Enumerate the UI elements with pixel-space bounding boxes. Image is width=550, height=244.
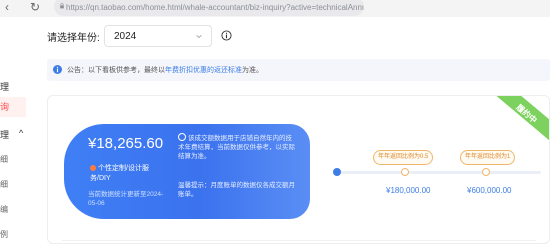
question-icon	[178, 133, 186, 141]
tip-text: 温馨提示：月度账单的数据仅各成交额月账单。	[178, 182, 295, 198]
sidebar-subitem[interactable]: 细	[0, 179, 8, 190]
category-dot-icon	[90, 165, 96, 171]
tier-node	[482, 168, 490, 176]
back-icon[interactable]: ‹	[5, 0, 9, 17]
sidebar: 理 询 理 ^ 细 细 编 例	[0, 17, 38, 244]
amount-panel: ¥18,265.60 个性定制/设计服务/DIY 当前数据统计更新至2024-0…	[64, 124, 310, 219]
collapse-icon[interactable]: ^	[19, 128, 23, 138]
category-tag: 个性定制/设计服务/DIY	[90, 165, 149, 182]
divider	[62, 240, 536, 241]
url-text: https://qn.taobao.com/home.html/whale-ac…	[66, 3, 364, 12]
browser-chrome: ‹ ↻ https://qn.taobao.com/home.html/whal…	[0, 0, 550, 17]
progress-start-dot	[333, 168, 341, 176]
notice-bar: 公告：以下看板供参考，最终以年费折扣优惠的返还标准为准。	[47, 59, 550, 81]
lock-icon	[60, 3, 64, 9]
chevron-down-icon	[196, 34, 202, 39]
annual-fee-card: 履约中 ¥18,265.60 个性定制/设计服务/DIY 当前数据统计更新至20…	[47, 95, 550, 244]
progress-track	[336, 171, 541, 174]
tier-label: 年年返回比例为0.5	[373, 150, 434, 165]
sales-amount: ¥18,265.60	[88, 135, 164, 152]
sidebar-item[interactable]: 理	[0, 128, 9, 141]
sidebar-subitem[interactable]: 例	[0, 229, 8, 240]
address-bar[interactable]: https://qn.taobao.com/home.html/whale-ac…	[54, 0, 364, 16]
reload-icon[interactable]: ↻	[30, 0, 40, 17]
sidebar-item[interactable]: 理	[0, 80, 9, 93]
explain-text: 该成交额数据用于店铺自然年内的技术年费结算，当前数据仅供参考，以实际结算为准。	[178, 133, 295, 160]
notice-text: 公告：以下看板供参考，最终以年费折扣优惠的返还标准为准。	[67, 67, 263, 74]
info-circle-icon	[53, 65, 62, 74]
tier-value: ¥600,000.00	[467, 186, 512, 195]
sidebar-item-active[interactable]: 询	[0, 97, 26, 117]
tier-value: ¥180,000.00	[386, 186, 431, 195]
year-label: 请选择年份:	[47, 33, 100, 44]
sidebar-subitem[interactable]: 编	[0, 204, 8, 215]
sidebar-subitem[interactable]: 细	[0, 154, 8, 165]
status-ribbon: 履约中	[488, 96, 549, 148]
year-select[interactable]: 2024	[104, 25, 212, 47]
tier-label: 年年返回比例为1	[460, 150, 516, 165]
tier-node	[401, 168, 409, 176]
update-note: 当前数据统计更新至2024-05-06	[88, 191, 164, 207]
year-select-value: 2024	[114, 31, 137, 42]
main-content: 请选择年份: 2024 公告：以下看板供参考，最终以年费折扣优惠的返还标准为准。…	[38, 17, 550, 244]
notice-link[interactable]: 年费折扣优惠的返还标准	[165, 67, 242, 74]
info-icon[interactable]	[221, 30, 232, 41]
